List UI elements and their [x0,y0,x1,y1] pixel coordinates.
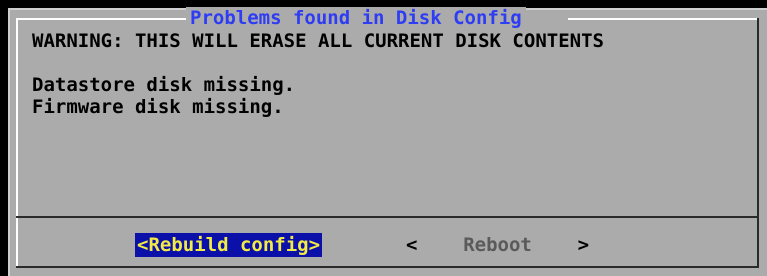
terminal-screen: Problems found in Disk Config WARNING: T… [0,0,767,276]
dialog-title: Problems found in Disk Config [186,7,526,29]
dialog-bottom-edge [16,266,759,268]
message-firmware-missing: Firmware disk missing. [32,96,284,118]
reboot-label: Reboot [463,234,532,256]
reboot-spacer-right [532,234,578,256]
button-bar-edge-right [757,218,759,268]
reboot-button[interactable]: < Reboot > [406,233,589,257]
disk-config-dialog: Problems found in Disk Config WARNING: T… [8,7,767,276]
frame-left [16,18,18,216]
warning-text: WARNING: THIS WILL ERASE ALL CURRENT DIS… [32,30,604,52]
reboot-spacer-left [417,234,463,256]
reboot-left-bracket: < [406,234,418,256]
frame-top-right [568,18,759,20]
message-datastore-missing: Datastore disk missing. [32,74,296,96]
reboot-right-bracket: > [577,234,590,256]
dialog-edge-left [8,8,10,276]
rebuild-config-button[interactable]: <Rebuild config> [135,233,323,257]
button-divider [16,216,759,218]
frame-top-left [16,18,186,20]
frame-right [757,18,759,216]
button-bar-edge-left [16,218,18,268]
